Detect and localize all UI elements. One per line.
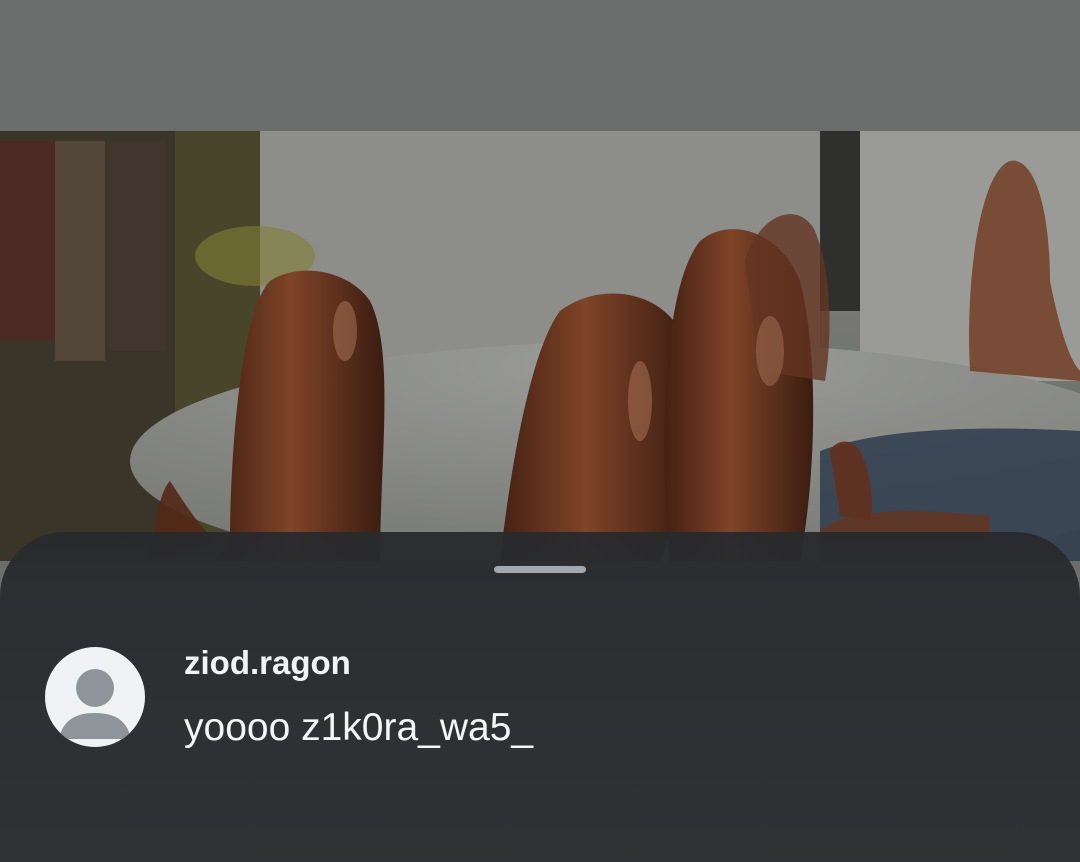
drag-handle[interactable] [494,566,586,573]
comment-username[interactable]: ziod.ragon [184,644,351,682]
comment-text: yoooo z1k0ra_wa5_ [184,706,534,749]
top-band [0,0,1080,131]
comment-sheet[interactable]: ziod.ragon yoooo z1k0ra_wa5_ [0,532,1080,862]
dim-overlay [0,131,1080,561]
default-avatar-icon[interactable] [45,647,145,747]
photo-illustration [0,131,1080,561]
avatar-silhouette [59,669,131,739]
post-photo [0,131,1080,561]
